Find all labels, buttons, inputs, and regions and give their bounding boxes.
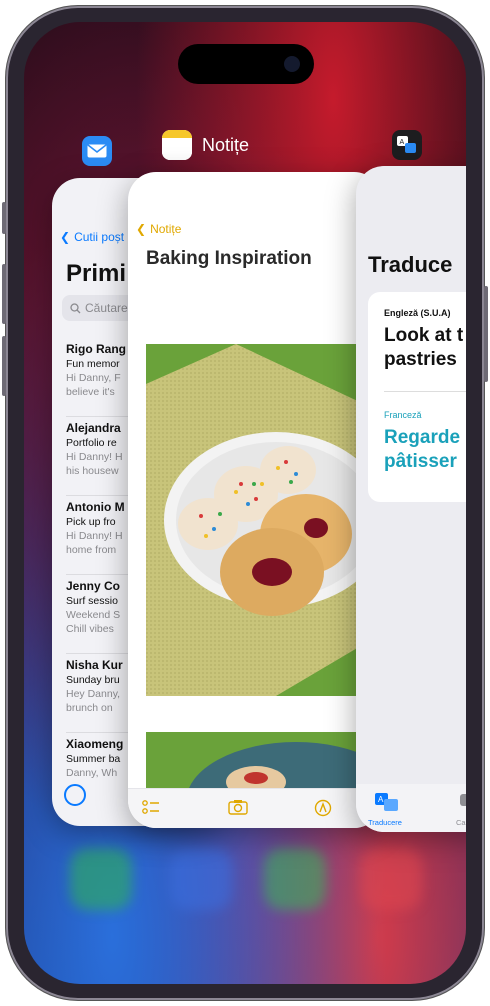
- inbox-title: Primi: [66, 260, 127, 287]
- translated-text-line: Regarde: [384, 427, 461, 448]
- source-text: Look at t pastries: [384, 324, 463, 372]
- svg-text:A: A: [378, 795, 384, 804]
- translate-tab-icon[interactable]: A: [374, 792, 400, 817]
- dynamic-island: [178, 44, 314, 84]
- svg-text:A: A: [400, 139, 405, 146]
- filter-icon[interactable]: [64, 784, 86, 806]
- notes-card[interactable]: ❮ Notițe Baking Inspiration: [128, 172, 382, 828]
- translate-tab-bar: A Traducere Ca: [356, 784, 466, 832]
- notes-app-icon: [162, 130, 192, 160]
- mail-app-header[interactable]: [82, 136, 112, 166]
- mailboxes-back-link[interactable]: ❮ Cutii poșt: [60, 230, 124, 244]
- translated-text-line: pâtisser: [384, 451, 457, 472]
- notes-app-header[interactable]: Notițe: [162, 130, 249, 160]
- camera-tab-icon[interactable]: [460, 794, 466, 806]
- back-label: Cutii poșt: [74, 230, 125, 244]
- camera-tab-label[interactable]: Ca: [456, 818, 466, 827]
- checklist-icon[interactable]: [142, 799, 160, 820]
- dock-safari-icon: [170, 848, 232, 910]
- dock-messages-icon: [264, 848, 326, 910]
- notes-app-label: Notițe: [202, 134, 250, 155]
- dock-phone-icon: [70, 848, 132, 910]
- second-photo: [146, 732, 364, 788]
- volume-down-button: [2, 336, 6, 396]
- source-text-line: Look at t: [384, 325, 464, 346]
- chevron-left-icon: ❮: [136, 222, 147, 236]
- note-title: Baking Inspiration: [146, 248, 312, 269]
- notes-back-link[interactable]: ❮ Notițe: [136, 222, 181, 236]
- translate-app-header[interactable]: A: [392, 130, 422, 160]
- chevron-left-icon: ❮: [60, 230, 71, 244]
- back-label: Notițe: [150, 222, 182, 236]
- mail-app-icon: [82, 136, 112, 166]
- translate-card[interactable]: Traduce Engleză (S.U.A) Look at t pastri…: [356, 166, 466, 832]
- front-camera-icon: [284, 56, 300, 72]
- translate-app-icon: A: [392, 130, 422, 160]
- search-placeholder: Căutare: [85, 301, 128, 315]
- translation-box: Engleză (S.U.A) Look at t pastries Franc…: [368, 292, 466, 502]
- action-button: [2, 202, 6, 234]
- dock-music-icon: [360, 848, 422, 910]
- search-icon: [70, 302, 81, 313]
- source-language[interactable]: Engleză (S.U.A): [384, 308, 451, 318]
- markup-icon[interactable]: [314, 799, 332, 822]
- app-switcher-screen: Notițe A ❮ Cutii poșt Primi Căutare Rigo…: [24, 22, 466, 984]
- side-button: [484, 286, 488, 382]
- translate-tab-label[interactable]: Traducere: [368, 818, 402, 827]
- camera-icon[interactable]: [228, 799, 248, 820]
- divider: [384, 391, 466, 392]
- target-language[interactable]: Franceză: [384, 410, 422, 420]
- volume-up-button: [2, 264, 6, 324]
- translated-text: Regarde pâtisser: [384, 426, 460, 474]
- source-text-line: pastries: [384, 349, 457, 370]
- pastries-photo: [146, 344, 364, 696]
- translate-title: Traduce: [368, 252, 453, 277]
- notes-toolbar: [128, 788, 382, 828]
